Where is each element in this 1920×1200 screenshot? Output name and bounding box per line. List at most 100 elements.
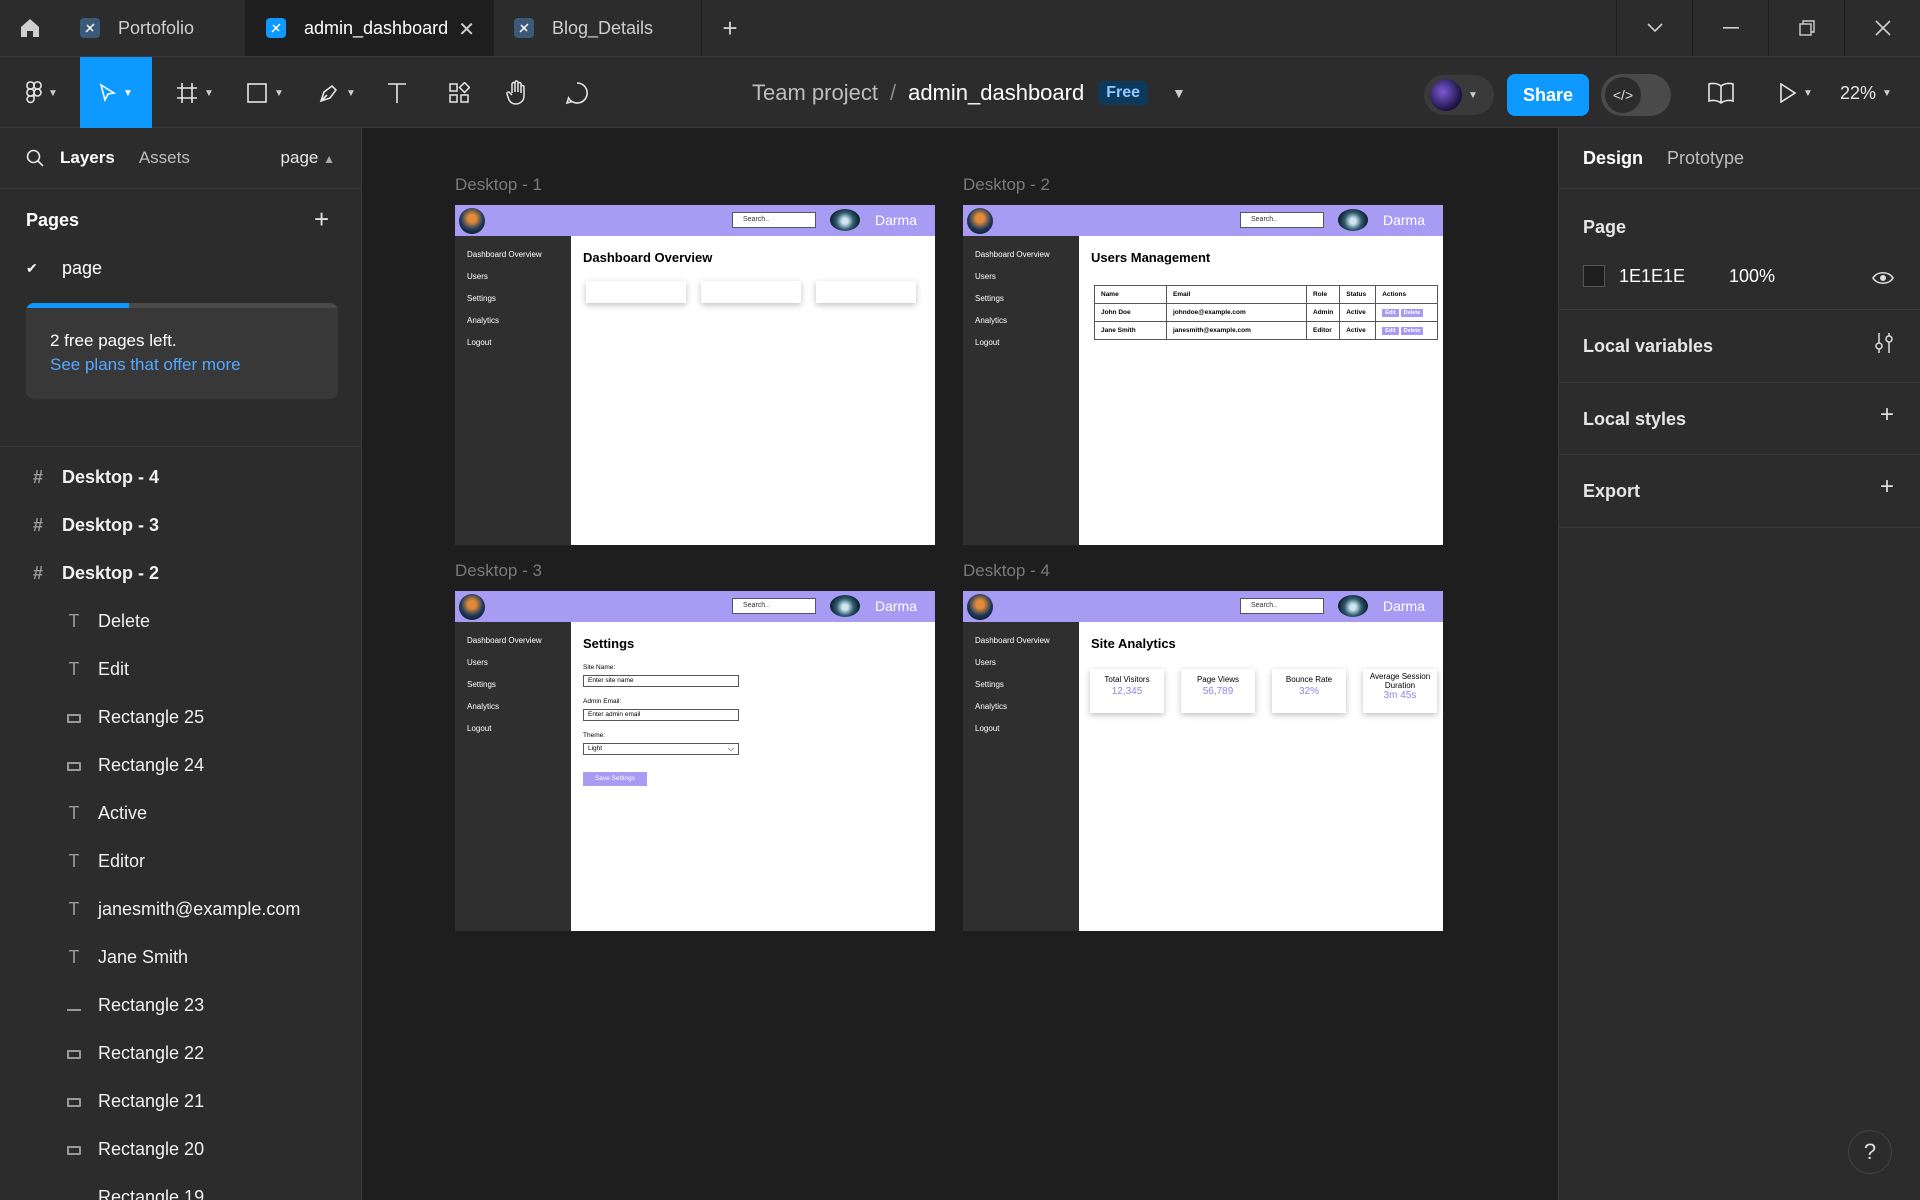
color-swatch[interactable] [1583,265,1605,287]
hand-tool-button[interactable] [502,57,532,129]
layer-item[interactable]: # Desktop - 3 [0,501,361,549]
comment-icon [565,82,588,105]
close-icon[interactable]: ✕ [458,17,475,42]
zoom-control[interactable]: 22% ▼ [1840,57,1892,129]
layer-item[interactable]: Rectangle 19 [0,1173,361,1200]
layer-name: Rectangle 20 [98,1138,205,1159]
layer-item[interactable]: Rectangle 23 [0,981,361,1029]
plus-icon[interactable]: + [1880,473,1894,501]
library-button[interactable] [1704,57,1738,129]
layer-item[interactable]: T Active [0,789,361,837]
layer-item[interactable]: T Edit [0,645,361,693]
tab-blog-details[interactable]: Blog_Details [494,0,702,56]
main-menu-button[interactable]: ▼ [18,57,66,129]
stat-label: Page Views [1196,675,1240,684]
tab-layers[interactable]: Layers [60,148,115,168]
mock-header: Search.. Darma [455,205,935,236]
opacity-value[interactable]: 100% [1729,266,1775,287]
dev-mode-toggle[interactable]: </> [1601,74,1671,116]
canvas[interactable]: Desktop - 1 Desktop - 2 Desktop - 3 Desk… [363,128,1558,1200]
frame-label[interactable]: Desktop - 3 [455,561,542,581]
mock-page-title: Dashboard Overview [583,250,713,265]
stat-label: Average Session Duration [1369,672,1431,690]
export-section[interactable]: Export + [1559,455,1920,528]
right-panel: Design Prototype Page 1E1E1E 100% Local … [1558,128,1920,1200]
search-icon[interactable] [26,149,44,167]
file-name[interactable]: admin_dashboard [908,80,1084,106]
layer-item[interactable]: # Desktop - 2 [0,549,361,597]
layer-item[interactable]: Rectangle 22 [0,1029,361,1077]
stat-value: 12,345 [1111,686,1143,697]
comment-tool-button[interactable] [562,57,592,129]
frame-desktop-4[interactable]: Search.. Darma Dashboard Overview Users Sett… [963,591,1443,931]
layer-item[interactable]: T Jane Smith [0,933,361,981]
close-window-icon[interactable] [1844,0,1920,56]
mock-user-name: Darma [875,598,918,614]
pages-progress-bar [26,303,338,308]
chevron-down-icon[interactable] [1616,0,1692,56]
layer-item[interactable]: T Delete [0,597,361,645]
layer-item[interactable]: Rectangle 24 [0,741,361,789]
figma-file-icon [80,18,100,38]
resources-button[interactable] [444,57,474,129]
layer-item[interactable]: Rectangle 20 [0,1125,361,1173]
shape-tool-button[interactable]: ▼ [240,57,290,129]
minimize-icon[interactable] [1692,0,1768,56]
page-background-fill[interactable]: 1E1E1E 100% [1583,265,1775,287]
page-selector[interactable]: page ▲ [281,148,335,168]
restore-icon[interactable] [1768,0,1844,56]
edit-button: Edit [1382,326,1399,335]
new-tab-button[interactable]: + [702,0,758,56]
table-cell: janesmith@example.com [1166,321,1307,340]
hex-value[interactable]: 1E1E1E [1619,266,1729,287]
mock-page-title: Users Management [1091,250,1211,265]
frame-label[interactable]: Desktop - 4 [963,561,1050,581]
home-button[interactable] [0,0,60,56]
section-title: Page [1583,217,1627,237]
layer-name: Rectangle 22 [98,1042,205,1063]
share-button[interactable]: Share [1507,74,1589,116]
variables-icon[interactable] [1874,332,1894,361]
pen-tool-button[interactable]: ▼ [312,57,362,129]
chevron-down-icon[interactable]: ▼ [1172,85,1186,101]
tab-admin-dashboard[interactable]: admin_dashboard ✕ [246,0,494,56]
mock-nav-item: Logout [975,724,1000,733]
logo [459,208,485,234]
layer-item[interactable]: # Desktop - 4 [0,453,361,501]
table-cell: Edit Delete [1375,303,1439,322]
layer-item[interactable]: T Editor [0,837,361,885]
layer-item[interactable]: Rectangle 21 [0,1077,361,1125]
page-list-item[interactable]: ✔ page [26,258,102,279]
local-styles-section[interactable]: Local styles + [1559,383,1920,455]
project-name[interactable]: Team project [752,80,878,106]
page-name: page [62,258,103,278]
layer-item[interactable]: Tjanesmith@example.com [0,885,361,933]
hand-icon [506,80,525,105]
tab-portofolio[interactable]: Portofolio [60,0,246,56]
chevron-down-icon: ▼ [1468,89,1478,101]
tab-assets[interactable]: Assets [139,148,190,168]
tab-prototype[interactable]: Prototype [1667,148,1744,169]
add-page-button[interactable]: + [314,204,329,235]
frame-label[interactable]: Desktop - 1 [455,175,542,195]
mock-card [701,281,801,303]
table-cell: John Doe [1094,303,1167,322]
avatar[interactable]: ▼ [1424,75,1494,115]
eye-icon[interactable] [1872,265,1894,293]
move-tool-button[interactable]: ▼ [80,57,152,129]
plus-icon[interactable]: + [1880,401,1894,429]
frame-desktop-3[interactable]: Search.. Darma Dashboard Overview Users Sett… [455,591,935,931]
text-icon: T [68,658,80,679]
tab-design[interactable]: Design [1583,148,1643,169]
text-tool-button[interactable] [382,57,412,129]
frame-desktop-1[interactable]: Search.. Darma Dashboard Overview Users Sett… [455,205,935,545]
frame-tool-button[interactable]: ▼ [168,57,222,129]
frame-desktop-2[interactable]: Search.. Darma Dashboard Overview Users Sett… [963,205,1443,545]
layer-item[interactable]: Rectangle 25 [0,693,361,741]
local-variables-section[interactable]: Local variables [1559,310,1920,383]
present-button[interactable]: ▼ [1772,57,1820,129]
upsell-link[interactable]: See plans that offer more [50,355,241,375]
frame-label[interactable]: Desktop - 2 [963,175,1050,195]
logo [967,594,993,620]
help-button[interactable]: ? [1848,1130,1892,1174]
